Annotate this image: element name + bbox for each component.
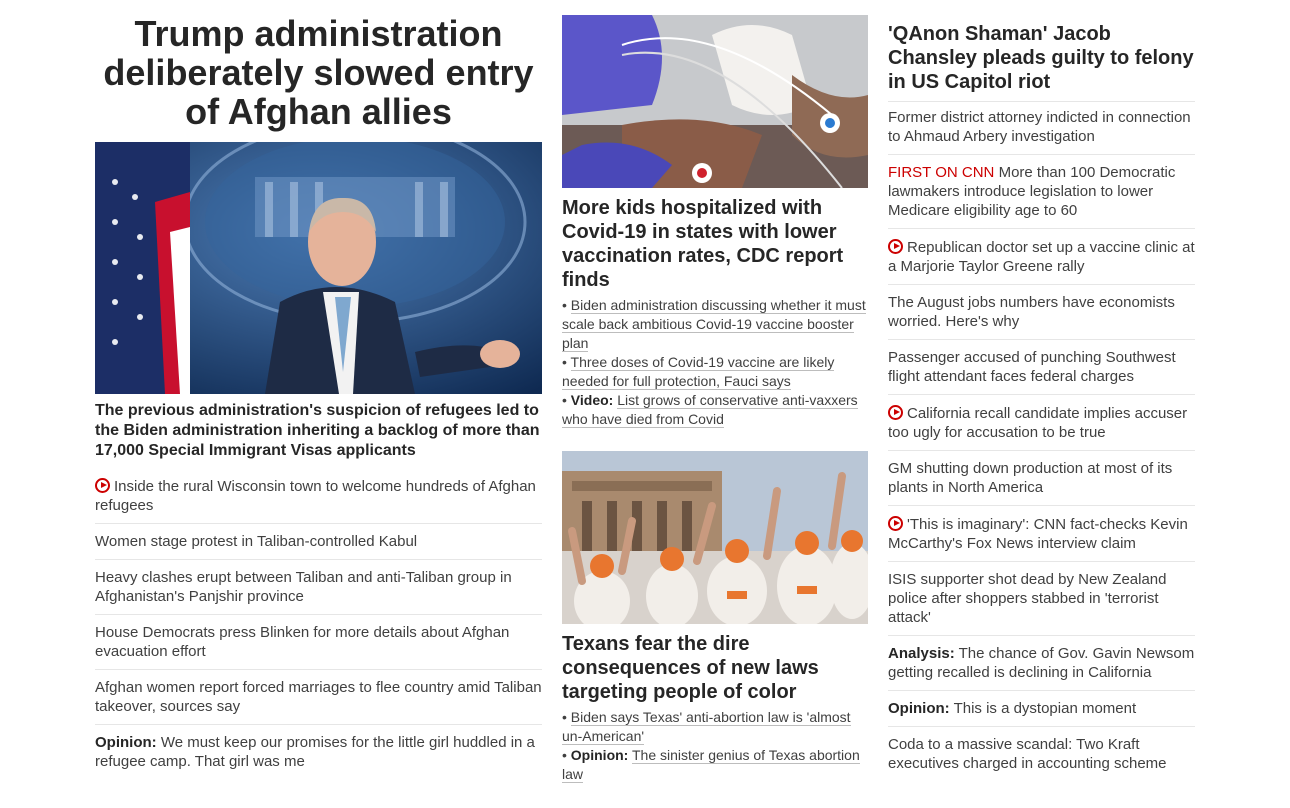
- list-item-text[interactable]: Former district attorney indicted in con…: [888, 109, 1191, 145]
- list-item-text[interactable]: The August jobs numbers have economists …: [888, 294, 1175, 330]
- bullet-item: • Biden administration discussing whethe…: [562, 297, 866, 352]
- list-item[interactable]: Opinion: We must keep our promises for t…: [95, 725, 542, 779]
- list-item-text[interactable]: Afghan women report forced marriages to …: [95, 679, 542, 715]
- lead-related-list: Inside the rural Wisconsin town to welco…: [95, 468, 542, 779]
- bullet-link[interactable]: Three doses of Covid-19 vaccine are like…: [562, 354, 835, 390]
- list-item-text[interactable]: Women stage protest in Taliban-controlle…: [95, 533, 417, 550]
- list-item-text[interactable]: Heavy clashes erupt between Taliban and …: [95, 569, 512, 605]
- list-item[interactable]: The August jobs numbers have economists …: [888, 285, 1195, 340]
- opinion-label: Opinion:: [95, 734, 157, 751]
- list-item[interactable]: GM shutting down production at most of i…: [888, 451, 1195, 506]
- list-item-text[interactable]: We must keep our promises for the little…: [95, 734, 535, 770]
- list-item[interactable]: Coda to a massive scandal: Two Kraft exe…: [888, 727, 1195, 781]
- list-item[interactable]: Heavy clashes erupt between Taliban and …: [95, 560, 542, 615]
- list-item[interactable]: ISIS supporter shot dead by New Zealand …: [888, 562, 1195, 636]
- list-item-text[interactable]: ISIS supporter shot dead by New Zealand …: [888, 571, 1167, 626]
- briefing-room-photo: [95, 142, 542, 394]
- bullet-item: • Video: List grows of conservative anti…: [562, 392, 858, 428]
- bullet-item: • Three doses of Covid-19 vaccine are li…: [562, 354, 835, 390]
- first-on-cnn-tag: FIRST ON CNN: [888, 164, 995, 181]
- list-item-text[interactable]: Republican doctor set up a vaccine clini…: [888, 239, 1195, 275]
- list-item-text[interactable]: 'This is imaginary': CNN fact-checks Kev…: [888, 516, 1188, 552]
- lead-story-image[interactable]: [95, 142, 542, 394]
- covid-story-image[interactable]: [562, 15, 868, 188]
- child-hospital-photo: [562, 15, 868, 188]
- list-item[interactable]: Republican doctor set up a vaccine clini…: [888, 229, 1195, 285]
- list-item[interactable]: Afghan women report forced marriages to …: [95, 670, 542, 725]
- texas-bullets: • Biden says Texas' anti-abortion law is…: [562, 708, 868, 784]
- capitol-riot-headline[interactable]: 'QAnon Shaman' Jacob Chansley pleads gui…: [888, 22, 1195, 102]
- list-item[interactable]: Women stage protest in Taliban-controlle…: [95, 524, 542, 560]
- list-item[interactable]: Inside the rural Wisconsin town to welco…: [95, 468, 542, 524]
- list-item-text[interactable]: California recall candidate implies accu…: [888, 405, 1187, 441]
- play-icon: [888, 405, 903, 420]
- texas-story-image[interactable]: [562, 451, 868, 624]
- list-item[interactable]: 'This is imaginary': CNN fact-checks Kev…: [888, 506, 1195, 562]
- bullet-link[interactable]: Biden administration discussing whether …: [562, 297, 866, 352]
- analysis-label: Analysis:: [888, 645, 955, 662]
- headline-list: Former district attorney indicted in con…: [888, 100, 1195, 781]
- list-item-text[interactable]: Inside the rural Wisconsin town to welco…: [95, 478, 536, 514]
- lead-headline[interactable]: Trump administration deliberately slowed…: [95, 14, 542, 131]
- list-item-text[interactable]: Coda to a massive scandal: Two Kraft exe…: [888, 736, 1167, 772]
- list-item[interactable]: Analysis: The chance of Gov. Gavin Newso…: [888, 636, 1195, 691]
- list-item[interactable]: Opinion: This is a dystopian moment: [888, 691, 1195, 727]
- play-icon: [888, 516, 903, 531]
- opinion-label: Opinion:: [888, 700, 950, 717]
- play-icon: [888, 239, 903, 254]
- list-item[interactable]: Former district attorney indicted in con…: [888, 100, 1195, 155]
- texas-headline[interactable]: Texans fear the dire consequences of new…: [562, 632, 868, 704]
- list-item-text[interactable]: This is a dystopian moment: [954, 700, 1137, 717]
- lead-subheadline[interactable]: The previous administration's suspicion …: [95, 401, 542, 461]
- covid-headline[interactable]: More kids hospitalized with Covid-19 in …: [562, 196, 868, 292]
- list-item-text[interactable]: Passenger accused of punching Southwest …: [888, 349, 1176, 385]
- list-item[interactable]: California recall candidate implies accu…: [888, 395, 1195, 451]
- list-item-text[interactable]: GM shutting down production at most of i…: [888, 460, 1172, 496]
- play-icon: [95, 478, 110, 493]
- opinion-label: Opinion:: [570, 747, 629, 763]
- bullet-item: • Opinion: The sinister genius of Texas …: [562, 747, 860, 783]
- video-label: Video:: [570, 392, 614, 408]
- list-item-text[interactable]: House Democrats press Blinken for more d…: [95, 624, 509, 660]
- bullet-link[interactable]: Biden says Texas' anti-abortion law is '…: [562, 709, 851, 745]
- list-item[interactable]: House Democrats press Blinken for more d…: [95, 615, 542, 670]
- bullet-item: • Biden says Texas' anti-abortion law is…: [562, 709, 851, 745]
- covid-bullets: • Biden administration discussing whethe…: [562, 296, 868, 429]
- list-item[interactable]: FIRST ON CNN More than 100 Democratic la…: [888, 155, 1195, 229]
- protest-photo: [562, 451, 868, 624]
- list-item[interactable]: Passenger accused of punching Southwest …: [888, 340, 1195, 395]
